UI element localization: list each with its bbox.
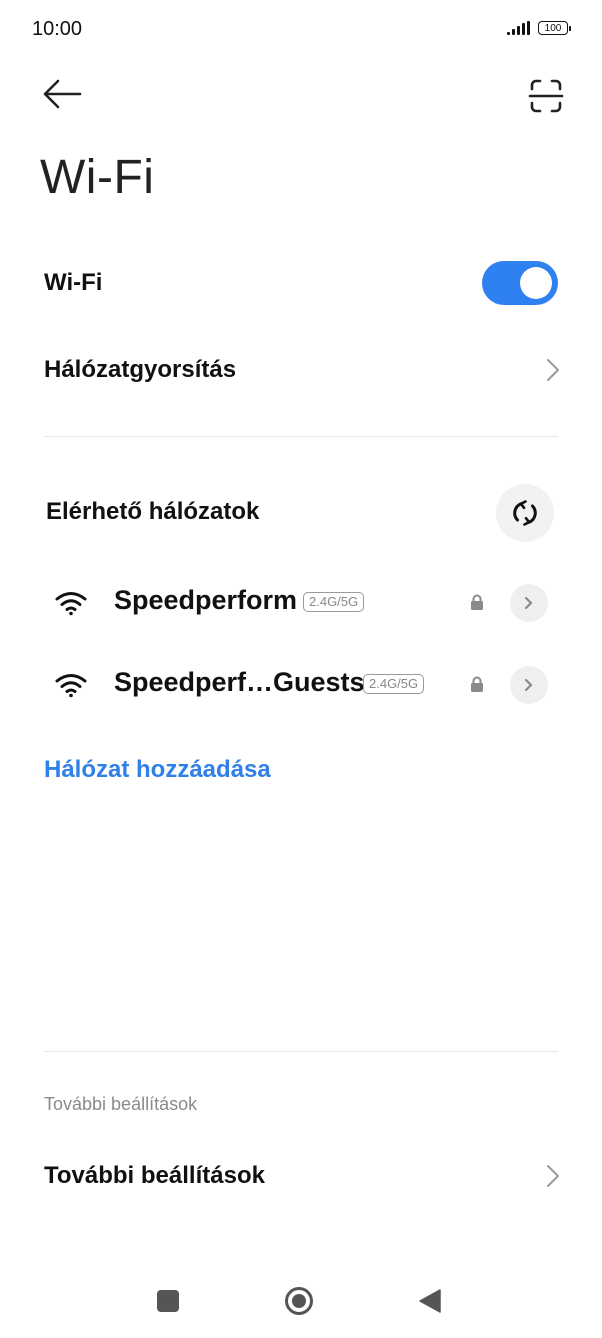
wifi-signal-icon — [55, 592, 87, 616]
divider — [44, 1051, 558, 1052]
refresh-icon — [513, 500, 537, 526]
network-item-speedperform-guests[interactable]: Speedperf…Guests 2.4G/5G — [54, 660, 550, 710]
wifi-toggle-label: Wi-Fi — [44, 269, 103, 296]
more-settings-item[interactable]: További beállítások — [44, 1154, 560, 1198]
chevron-right-icon — [524, 596, 533, 610]
network-details-button[interactable] — [510, 666, 548, 704]
wifi-toggle-switch[interactable] — [482, 261, 558, 305]
back-button[interactable] — [40, 76, 84, 112]
page-title: Wi-Fi — [40, 151, 155, 204]
divider — [44, 436, 558, 437]
toggle-knob — [520, 267, 552, 299]
lock-icon — [471, 594, 483, 610]
network-name: Speedperform — [114, 585, 298, 615]
status-icons: 100 — [507, 21, 571, 35]
network-acceleration-label: Hálózatgyorsítás — [44, 356, 237, 383]
refresh-button[interactable] — [496, 484, 554, 542]
available-networks-label: Elérhető hálózatok — [46, 498, 260, 525]
more-settings-label: További beállítások — [44, 1162, 265, 1189]
nav-recents-button[interactable] — [157, 1290, 179, 1312]
network-acceleration-item[interactable]: Hálózatgyorsítás — [44, 348, 560, 392]
nav-home-button[interactable] — [284, 1286, 314, 1316]
home-circle-icon — [285, 1287, 313, 1315]
chevron-right-icon — [547, 1165, 559, 1187]
status-time: 10:00 — [32, 18, 83, 40]
wifi-toggle-row: Wi-Fi — [44, 260, 560, 306]
network-band-badge: 2.4G/5G — [363, 674, 425, 694]
scan-qr-button[interactable] — [526, 76, 566, 116]
add-network-link[interactable]: Hálózat hozzáadása — [44, 756, 271, 784]
nav-back-button[interactable] — [418, 1288, 442, 1314]
chevron-right-icon — [524, 678, 533, 692]
arrow-left-icon — [43, 79, 82, 109]
chevron-right-icon — [547, 359, 559, 381]
network-item-speedperform[interactable]: Speedperform 2.4G/5G — [54, 578, 550, 628]
more-settings-section-header: További beállítások — [44, 1094, 198, 1114]
network-name: Speedperf…Guests — [114, 667, 365, 697]
network-details-button[interactable] — [510, 584, 548, 622]
wifi-signal-icon — [55, 674, 87, 698]
triangle-back-icon — [419, 1289, 441, 1313]
network-band-badge: 2.4G/5G — [303, 592, 365, 612]
signal-icon — [507, 21, 530, 35]
scan-qr-icon — [528, 79, 564, 113]
lock-icon — [471, 676, 483, 692]
battery-icon: 100 — [538, 21, 571, 35]
